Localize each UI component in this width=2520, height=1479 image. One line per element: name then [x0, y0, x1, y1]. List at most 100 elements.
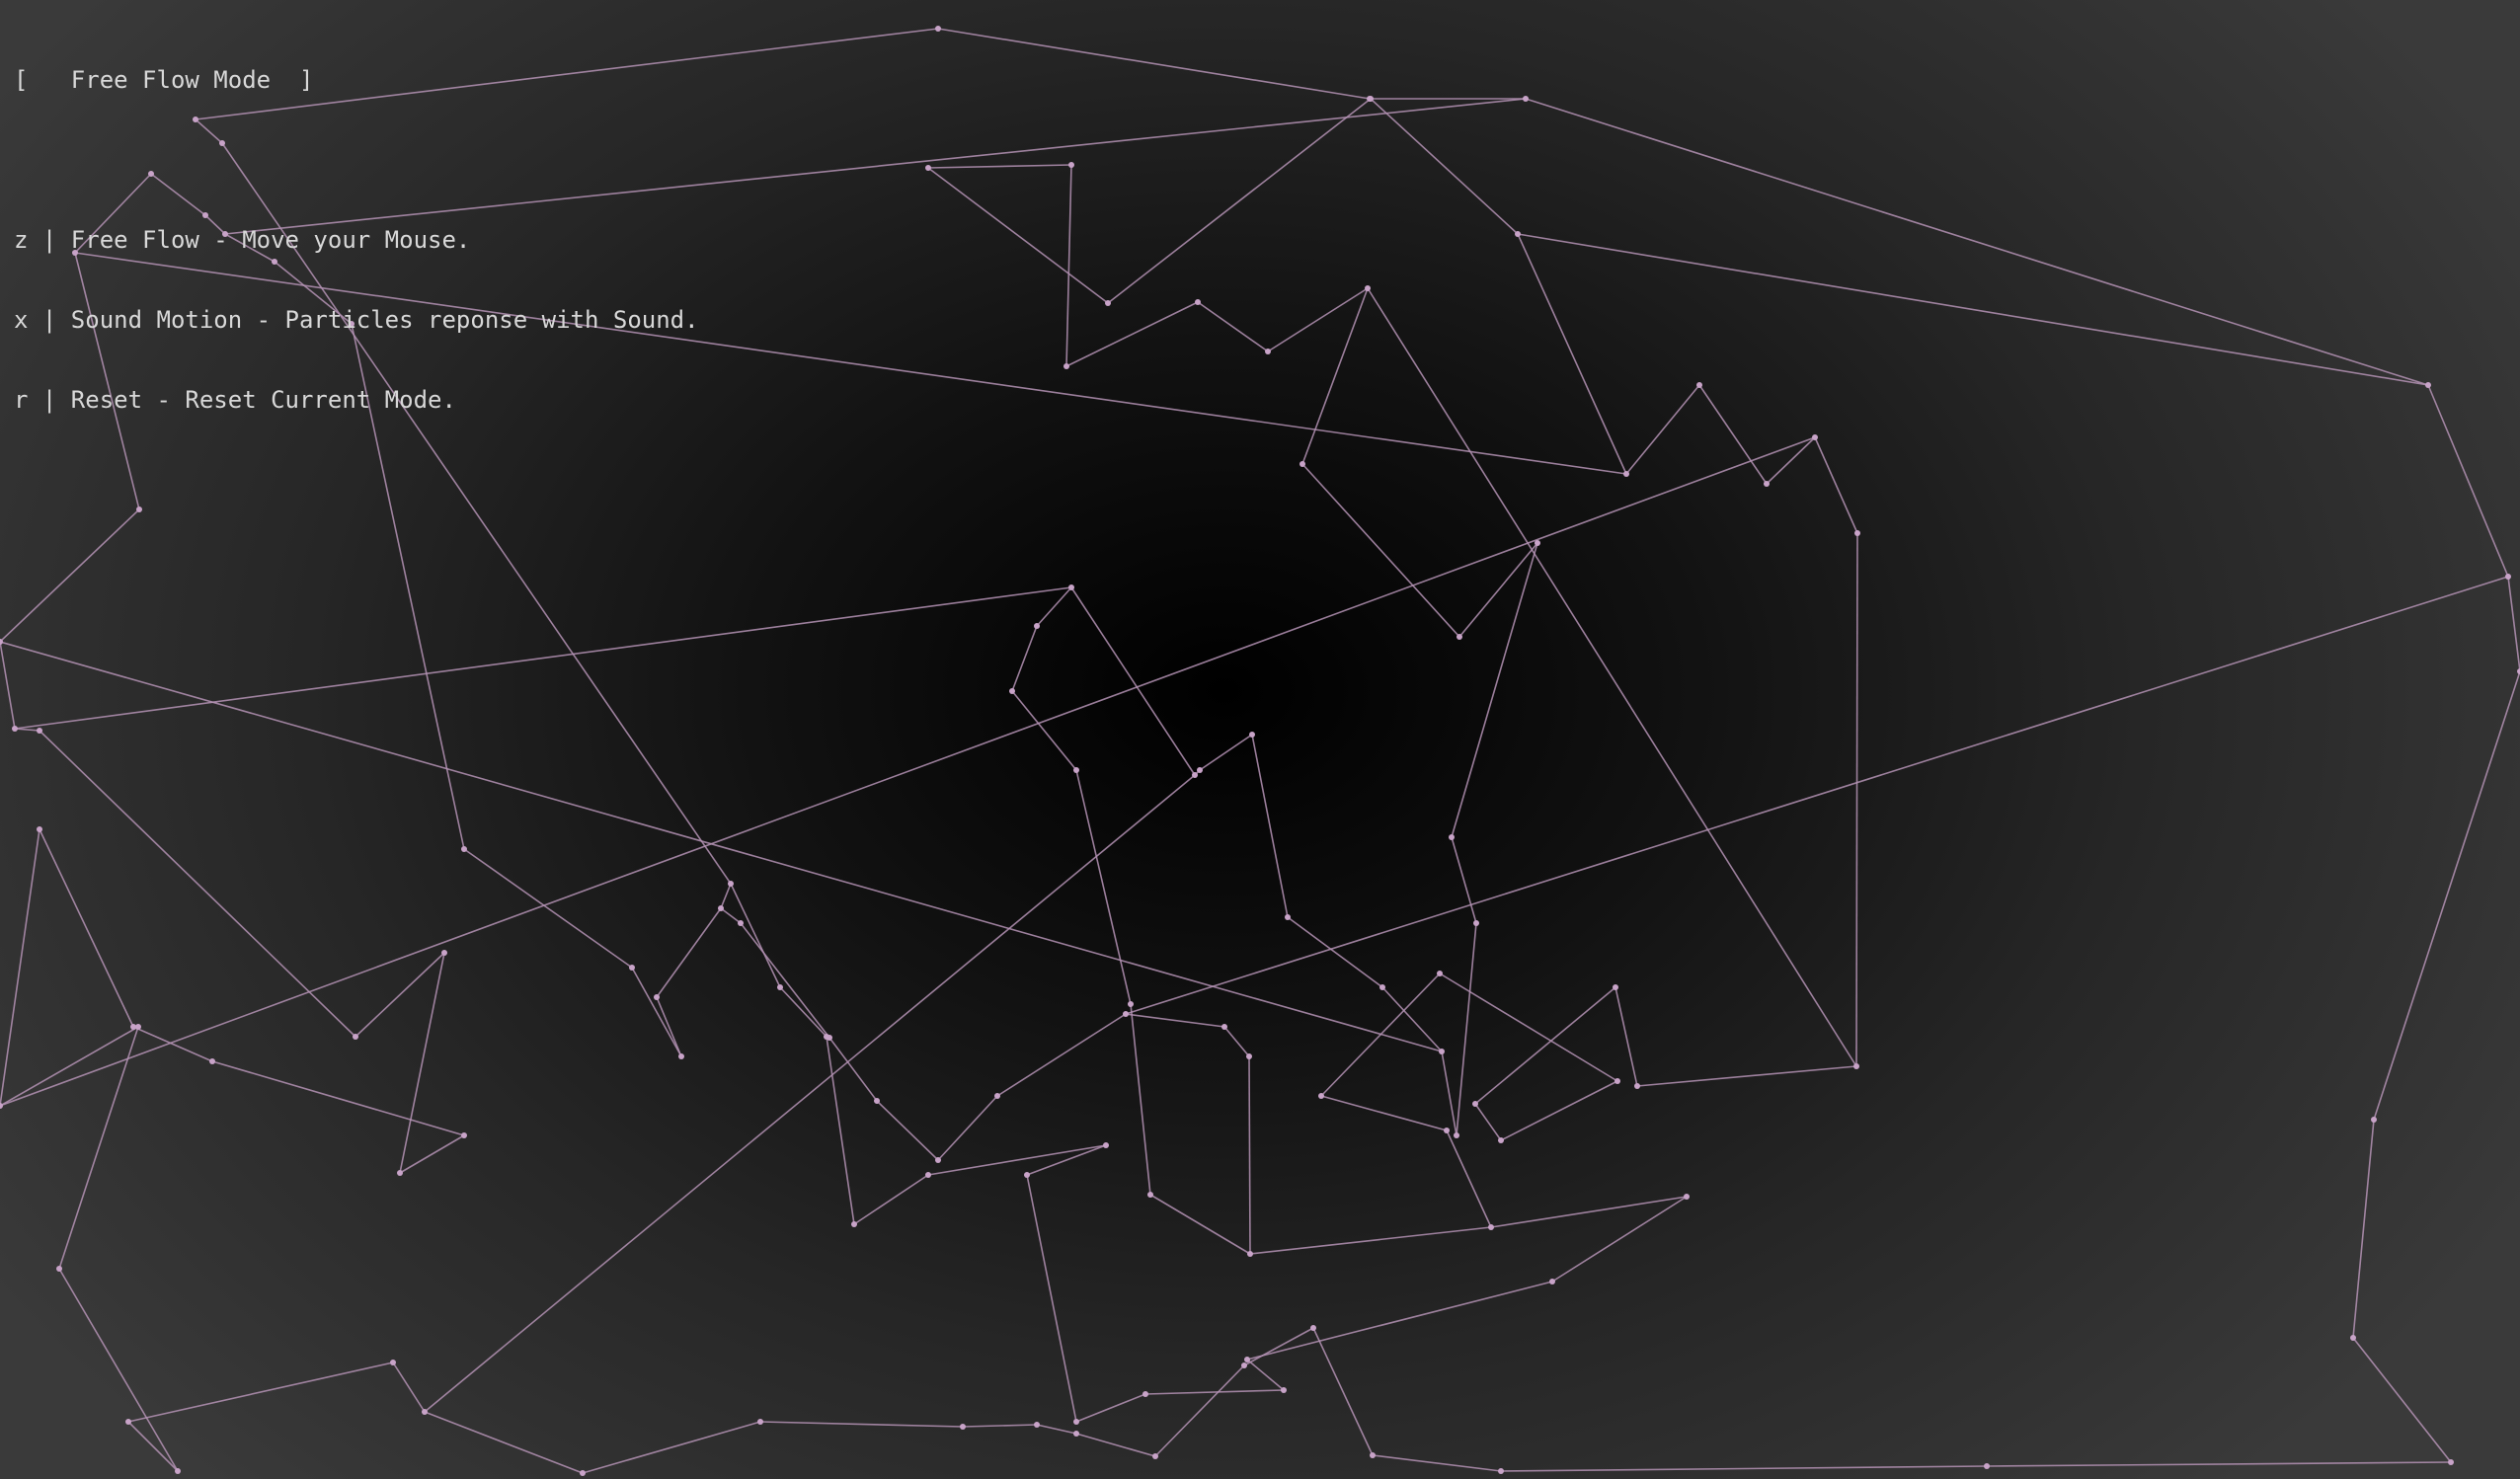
particle-node: [1634, 1083, 1640, 1089]
particle-node: [824, 1034, 829, 1040]
particle-link: [1125, 1013, 1225, 1028]
particle-node: [935, 26, 941, 32]
particle-node: [1449, 834, 1455, 840]
particle-node: [1281, 1387, 1287, 1393]
particle-link: [720, 907, 742, 924]
particle-node: [1515, 231, 1521, 237]
particle-node: [1439, 1049, 1445, 1054]
particle-link: [0, 436, 1816, 1107]
particle-link: [1855, 532, 1858, 1067]
particle-node: [130, 1024, 136, 1030]
particle-node: [12, 726, 18, 732]
particle-link: [399, 1134, 465, 1174]
particle-node: [1073, 1431, 1079, 1437]
particle-node: [56, 1266, 62, 1272]
particle-node: [1142, 1391, 1148, 1397]
particle-node: [37, 826, 42, 832]
particle-link: [740, 922, 830, 1039]
particle-link: [0, 641, 16, 730]
particle-node: [1614, 1078, 1620, 1084]
particle-node: [1285, 914, 1291, 920]
particle-link: [1370, 98, 1519, 235]
control-reset: r | Reset - Reset Current Mode.: [14, 386, 456, 414]
particle-node: [1221, 1024, 1227, 1030]
particle-node: [960, 1424, 966, 1430]
particle-node: [925, 1172, 931, 1178]
particle-link: [1267, 287, 1369, 352]
particle-node: [1613, 984, 1618, 990]
particle-link: [927, 164, 1072, 169]
particle-node: [1454, 1132, 1459, 1138]
particle-node: [441, 950, 447, 956]
particle-link: [828, 1037, 878, 1102]
hud-spacer: [14, 147, 699, 174]
particle-node: [1444, 1128, 1450, 1133]
particle-node: [1812, 434, 1818, 440]
particle-link: [1986, 1461, 2452, 1467]
particle-link: [424, 1411, 584, 1474]
particle-node: [1498, 1137, 1504, 1143]
particle-node: [1535, 540, 1540, 546]
particle-node: [1152, 1453, 1158, 1459]
particle-node: [935, 1157, 941, 1163]
particle-node: [37, 728, 42, 734]
particle-node: [1984, 1463, 1990, 1469]
particle-link: [1766, 436, 1816, 485]
particle-link: [1130, 1003, 1151, 1196]
particle-link: [1249, 1226, 1492, 1255]
particle-link: [996, 1013, 1127, 1097]
particle-node: [994, 1093, 1000, 1099]
particle-link: [1451, 542, 1538, 838]
particle-node: [390, 1360, 396, 1365]
particle-link: [1154, 1364, 1245, 1457]
particle-node: [1549, 1279, 1555, 1284]
particle-link: [1144, 1389, 1285, 1395]
particle-link: [2507, 576, 2520, 672]
particle-link: [937, 28, 1371, 100]
particle-link: [1223, 1026, 1250, 1057]
particle-link: [1525, 98, 2429, 386]
particle-link: [1301, 287, 1369, 465]
particle-link: [1500, 1465, 1988, 1472]
particle-node: [851, 1221, 857, 1227]
particle-link: [2352, 1337, 2452, 1463]
particle-node: [1523, 96, 1529, 102]
particle-node: [1473, 920, 1479, 926]
particle-link: [211, 1060, 465, 1136]
particle-node: [2350, 1335, 2356, 1341]
particle-node: [1265, 349, 1271, 354]
particle-canvas[interactable]: [ Free Flow Mode ] z | Free Flow - Move …: [0, 0, 2520, 1479]
particle-node: [1241, 1362, 1247, 1368]
particle-link: [1312, 1327, 1374, 1456]
particle-node: [1623, 471, 1629, 477]
particle-node: [1024, 1172, 1030, 1178]
particle-node: [1195, 299, 1201, 305]
particle-link: [1011, 625, 1038, 692]
particle-link: [631, 967, 682, 1057]
particle-link: [730, 883, 781, 988]
particle-link: [779, 986, 827, 1038]
particle-link: [1381, 986, 1443, 1052]
particle-node: [1123, 1011, 1129, 1017]
particle-link: [927, 167, 1109, 304]
particle-link: [392, 1362, 426, 1413]
particle-node: [874, 1098, 880, 1104]
particle-node: [2371, 1117, 2377, 1123]
particle-node: [1034, 1422, 1040, 1428]
particle-node: [2505, 574, 2511, 580]
particle-node: [136, 506, 142, 512]
particle-node: [1764, 481, 1770, 487]
particle-link: [1036, 586, 1072, 627]
mode-title: [ Free Flow Mode ]: [14, 66, 314, 94]
particle-link: [582, 1421, 761, 1474]
particle-node: [1073, 767, 1079, 773]
particle-link: [58, 1268, 179, 1472]
particle-node: [1103, 1142, 1109, 1148]
particle-link: [1367, 287, 1857, 1067]
particle-link: [1458, 542, 1538, 638]
particle-node: [1034, 623, 1040, 629]
particle-link: [1446, 1129, 1492, 1228]
particle-node: [461, 846, 467, 852]
particle-node: [461, 1132, 467, 1138]
particle-node: [1246, 1053, 1252, 1059]
